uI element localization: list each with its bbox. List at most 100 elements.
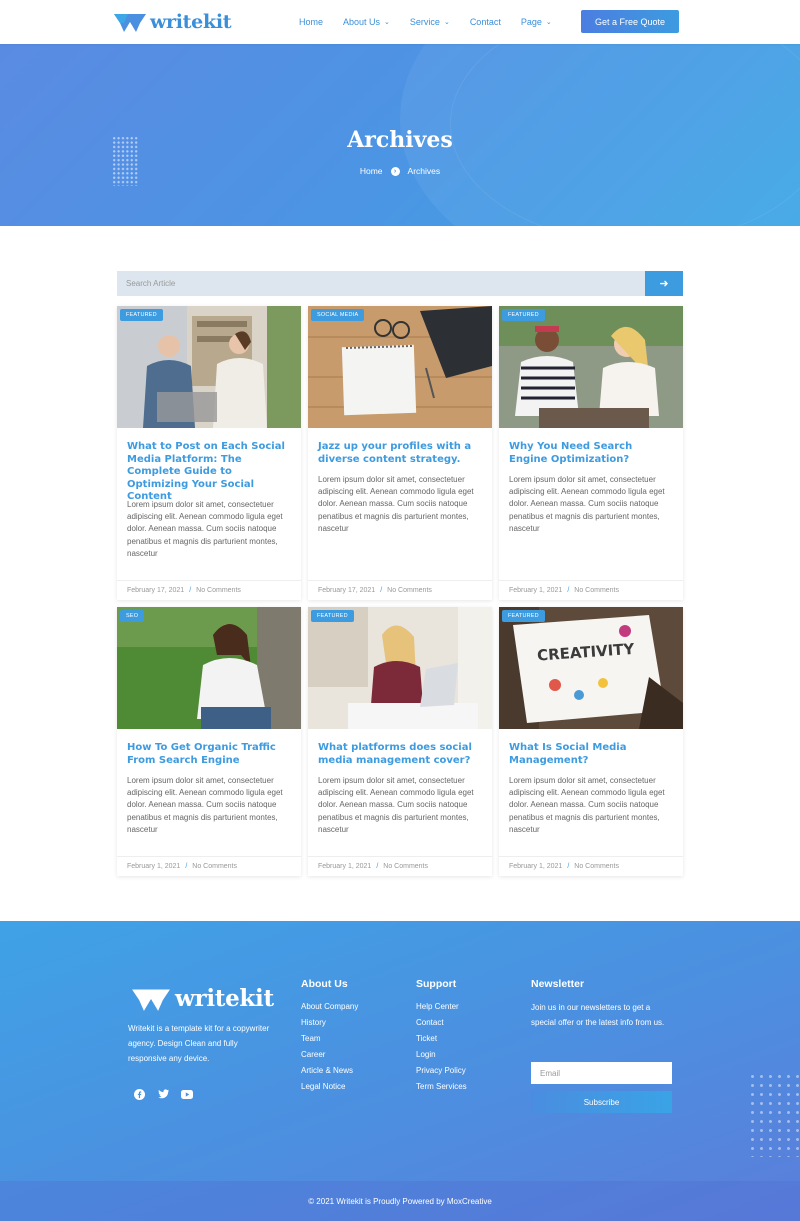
post-excerpt: Lorem ipsum dolor sit amet, consectetuer… (509, 776, 665, 834)
search-input[interactable] (117, 271, 645, 296)
social-links (133, 1088, 205, 1100)
post-date[interactable]: February 1, 2021 (318, 863, 371, 870)
newsletter-description: Join us in our newsletters to get a spec… (531, 1003, 665, 1027)
post-thumbnail[interactable]: FEATURED (308, 607, 492, 729)
friends-studying-image (499, 306, 683, 428)
office-meeting-image (117, 306, 301, 428)
footer-logo[interactable]: writekit (131, 985, 274, 1012)
footer-link-help-center[interactable]: Help Center (416, 1002, 459, 1011)
footer-link-term-services[interactable]: Term Services (416, 1082, 467, 1091)
arrow-right-icon: ➜ (659, 278, 669, 290)
category-badge[interactable]: FEATURED (502, 309, 545, 321)
post-title[interactable]: Why You Need Search Engine Optimization? (509, 441, 673, 466)
nav-item-service[interactable]: Service ⌄ (410, 17, 450, 27)
meta-separator: / (185, 863, 188, 870)
post-title[interactable]: What to Post on Each Social Media Platfo… (127, 441, 291, 504)
footer-link-career[interactable]: Career (301, 1050, 325, 1059)
category-badge[interactable]: SOCIAL MEDIA (311, 309, 365, 321)
nav-item-contact[interactable]: Contact (470, 17, 501, 27)
footer-link-login[interactable]: Login (416, 1050, 436, 1059)
post-excerpt: Lorem ipsum dolor sit amet, consectetuer… (127, 500, 283, 558)
meta-separator: / (567, 587, 570, 594)
post-thumbnail[interactable]: FEATURED (117, 306, 301, 428)
footer-dot-pattern (748, 1072, 800, 1157)
category-badge[interactable]: FEATURED (311, 610, 354, 622)
twitter-icon[interactable] (157, 1088, 169, 1100)
post-card[interactable]: SEO How To Get Organic Traffic From Sear… (117, 607, 301, 876)
footer-link-legal-notice[interactable]: Legal Notice (301, 1082, 345, 1091)
breadcrumb-current: Archives (407, 166, 441, 176)
post-date[interactable]: February 1, 2021 (509, 587, 562, 594)
article-search: ➜ (117, 271, 683, 296)
logo-mark-icon (132, 989, 170, 1011)
post-comments-link[interactable]: No Comments (196, 587, 241, 594)
category-badge[interactable]: SEO (120, 610, 145, 622)
post-card[interactable]: FEATURED What to Post on Each Social Med… (117, 306, 301, 600)
woman-on-grass-image (117, 607, 301, 729)
footer-link-history[interactable]: History (301, 1018, 326, 1027)
meta-separator: / (376, 863, 379, 870)
post-meta: February 17, 2021 / No Comments (308, 580, 492, 600)
post-date[interactable]: February 1, 2021 (127, 863, 180, 870)
footer-link-ticket[interactable]: Ticket (416, 1034, 437, 1043)
footer-link-article-news[interactable]: Article & News (301, 1066, 353, 1075)
post-card[interactable]: SOCIAL MEDIA Jazz up your profiles with … (308, 306, 492, 600)
post-thumbnail[interactable]: SEO (117, 607, 301, 729)
post-title[interactable]: Jazz up your profiles with a diverse con… (318, 441, 482, 466)
nav-item-page[interactable]: Page ⌄ (521, 17, 552, 27)
footer-link-about-company[interactable]: About Company (301, 1002, 358, 1011)
post-card[interactable]: FEATURED What platforms does social medi… (308, 607, 492, 876)
meta-separator: / (567, 863, 570, 870)
breadcrumb-home-link[interactable]: Home (360, 166, 383, 176)
footer-about-title: About Us (301, 978, 348, 990)
post-comments-link[interactable]: No Comments (383, 863, 428, 870)
subscribe-button[interactable]: Subscribe (531, 1091, 672, 1113)
get-quote-button[interactable]: Get a Free Quote (581, 10, 679, 33)
post-date[interactable]: February 1, 2021 (509, 863, 562, 870)
youtube-icon[interactable] (181, 1088, 193, 1100)
post-thumbnail[interactable]: FEATURED (499, 306, 683, 428)
post-comments-link[interactable]: No Comments (574, 863, 619, 870)
search-submit-button[interactable]: ➜ (645, 271, 683, 296)
page-hero: Archives Home › Archives (0, 44, 800, 226)
post-comments-link[interactable]: No Comments (574, 587, 619, 594)
post-excerpt: Lorem ipsum dolor sit amet, consectetuer… (318, 776, 474, 834)
facebook-icon[interactable] (133, 1088, 145, 1100)
post-title[interactable]: What platforms does social media managem… (318, 742, 482, 767)
copyright-text: © 2021 Writekit is Proudly Powered by Mo… (308, 1196, 492, 1206)
newsletter-email-input[interactable] (531, 1062, 672, 1084)
post-comments-link[interactable]: No Comments (387, 587, 432, 594)
site-logo[interactable]: writekit (114, 11, 232, 33)
post-excerpt: Lorem ipsum dolor sit amet, consectetuer… (127, 776, 283, 834)
footer-newsletter-title: Newsletter (531, 978, 585, 990)
copyright-bar: © 2021 Writekit is Proudly Powered by Mo… (0, 1181, 800, 1221)
chevron-down-icon: ⌄ (443, 19, 450, 26)
nav-label: Service (409, 17, 440, 27)
post-meta: February 1, 2021 / No Comments (308, 856, 492, 876)
page-title: Archives (347, 127, 453, 153)
footer-support-title: Support (416, 978, 457, 990)
post-date[interactable]: February 17, 2021 (127, 587, 184, 594)
chevron-right-icon: › (390, 166, 400, 176)
post-thumbnail[interactable]: SOCIAL MEDIA (308, 306, 492, 428)
post-thumbnail[interactable]: CREATIVITY FEATURED (499, 607, 683, 729)
logo-text: writekit (150, 11, 232, 33)
category-badge[interactable]: FEATURED (502, 610, 545, 622)
nav-label: Home (299, 17, 324, 27)
post-card[interactable]: FEATURED Why You Need Search Engine Opti… (499, 306, 683, 600)
post-date[interactable]: February 17, 2021 (318, 587, 375, 594)
post-excerpt: Lorem ipsum dolor sit amet, consectetuer… (318, 475, 474, 533)
nav-label: Page (520, 17, 542, 27)
footer-link-team[interactable]: Team (301, 1034, 321, 1043)
post-title[interactable]: How To Get Organic Traffic From Search E… (127, 742, 291, 767)
post-card[interactable]: CREATIVITY FEATURED What Is Social Media… (499, 607, 683, 876)
footer-link-contact[interactable]: Contact (416, 1018, 444, 1027)
footer-link-privacy-policy[interactable]: Privacy Policy (416, 1066, 466, 1075)
nav-item-home[interactable]: Home (299, 17, 323, 27)
category-badge[interactable]: FEATURED (120, 309, 163, 321)
post-comments-link[interactable]: No Comments (192, 863, 237, 870)
nav-item-about-us[interactable]: About Us ⌄ (343, 17, 390, 27)
post-title[interactable]: What Is Social Media Management? (509, 742, 673, 767)
post-meta: February 17, 2021 / No Comments (117, 580, 301, 600)
site-footer: writekit Writekit is a template kit for … (0, 921, 800, 1221)
